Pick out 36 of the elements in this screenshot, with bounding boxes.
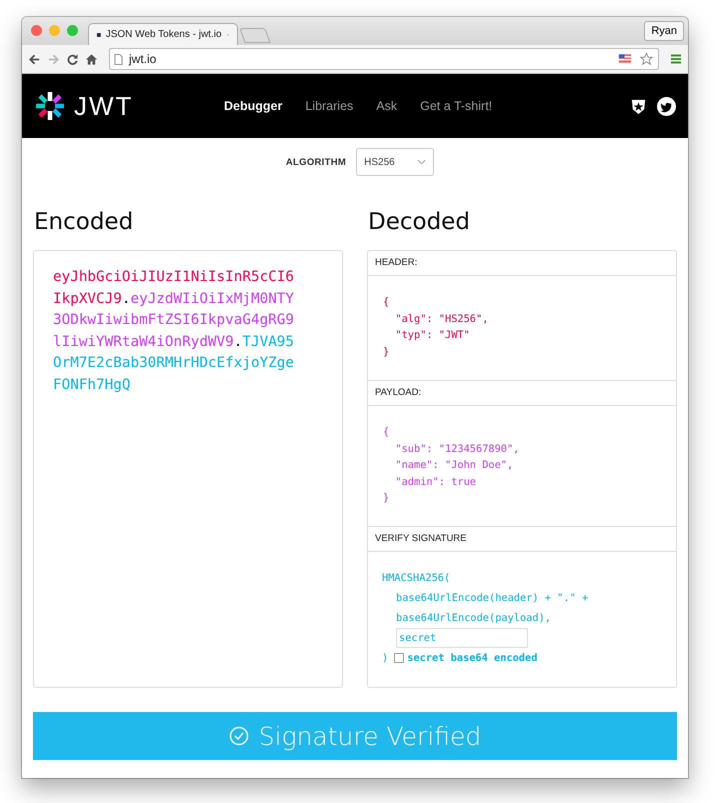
logo-text[interactable]: JWT — [74, 90, 134, 122]
nav-link[interactable]: Debugger — [224, 99, 282, 113]
profile-button[interactable]: Ryan — [644, 21, 684, 41]
address-bar[interactable]: jwt.io — [109, 48, 659, 70]
nav-link[interactable]: Libraries — [305, 99, 354, 113]
encoded-heading: Encoded — [34, 208, 134, 237]
reload-icon[interactable] — [66, 52, 79, 66]
section-header: PAYLOAD: — [368, 381, 676, 406]
star-icon[interactable] — [639, 52, 654, 66]
code-line: base64UrlEncode(header) + "." + — [396, 591, 590, 606]
code-line: HMACSHA256( — [382, 571, 452, 586]
nav-link[interactable]: Get a T-shirt! — [420, 99, 492, 113]
json-code[interactable]: { "sub": "1234567890", "name": "John Doe", "admin": true } — [368, 406, 676, 526]
json-code[interactable]: { "alg": "HS256", "typ": "JWT" } — [368, 276, 676, 380]
code-line: base64UrlEncode(payload), — [396, 611, 552, 626]
starburst-logo-icon[interactable] — [34, 90, 66, 122]
code-line: ) — [382, 651, 388, 666]
encoded-token[interactable]: eyJhbGciOiJIUzI1NiIsInR5cCI6IkpXVCJ9.eyJzdWIiOiIxMjM0NTY3ODkwIiwibmFtZSI6IkpvaG4gRG9lIiwiYWRtaW4iOnRydWV9.TJVA95OrM7E2cBab30RMHrHDcEfxjoYZgeFONFh7HgQ — [53, 267, 300, 397]
page-icon — [114, 54, 123, 64]
checkbox[interactable] — [394, 653, 404, 663]
chevron-down-icon — [417, 159, 426, 165]
bird-icon[interactable] — [657, 96, 676, 116]
decoded-heading: Decoded — [368, 208, 471, 237]
section-header: VERIFY SIGNATURE — [368, 527, 676, 552]
algorithm-label: ALGORITHM — [286, 156, 346, 168]
flag-icon[interactable] — [618, 52, 633, 66]
status-text: Signature Verified — [258, 722, 482, 750]
algorithm-select[interactable]: HS256 — [356, 148, 434, 176]
check-circle-icon — [228, 726, 249, 746]
close-window-icon[interactable] — [31, 25, 42, 36]
browser-tab[interactable]: JSON Web Tokens - jwt.io — [88, 23, 238, 45]
back-icon[interactable] — [28, 52, 41, 66]
home-icon[interactable] — [85, 52, 98, 66]
menu-icon[interactable] — [670, 53, 682, 65]
nav-link[interactable]: Ask — [376, 99, 398, 113]
section-header: HEADER: — [368, 251, 676, 276]
